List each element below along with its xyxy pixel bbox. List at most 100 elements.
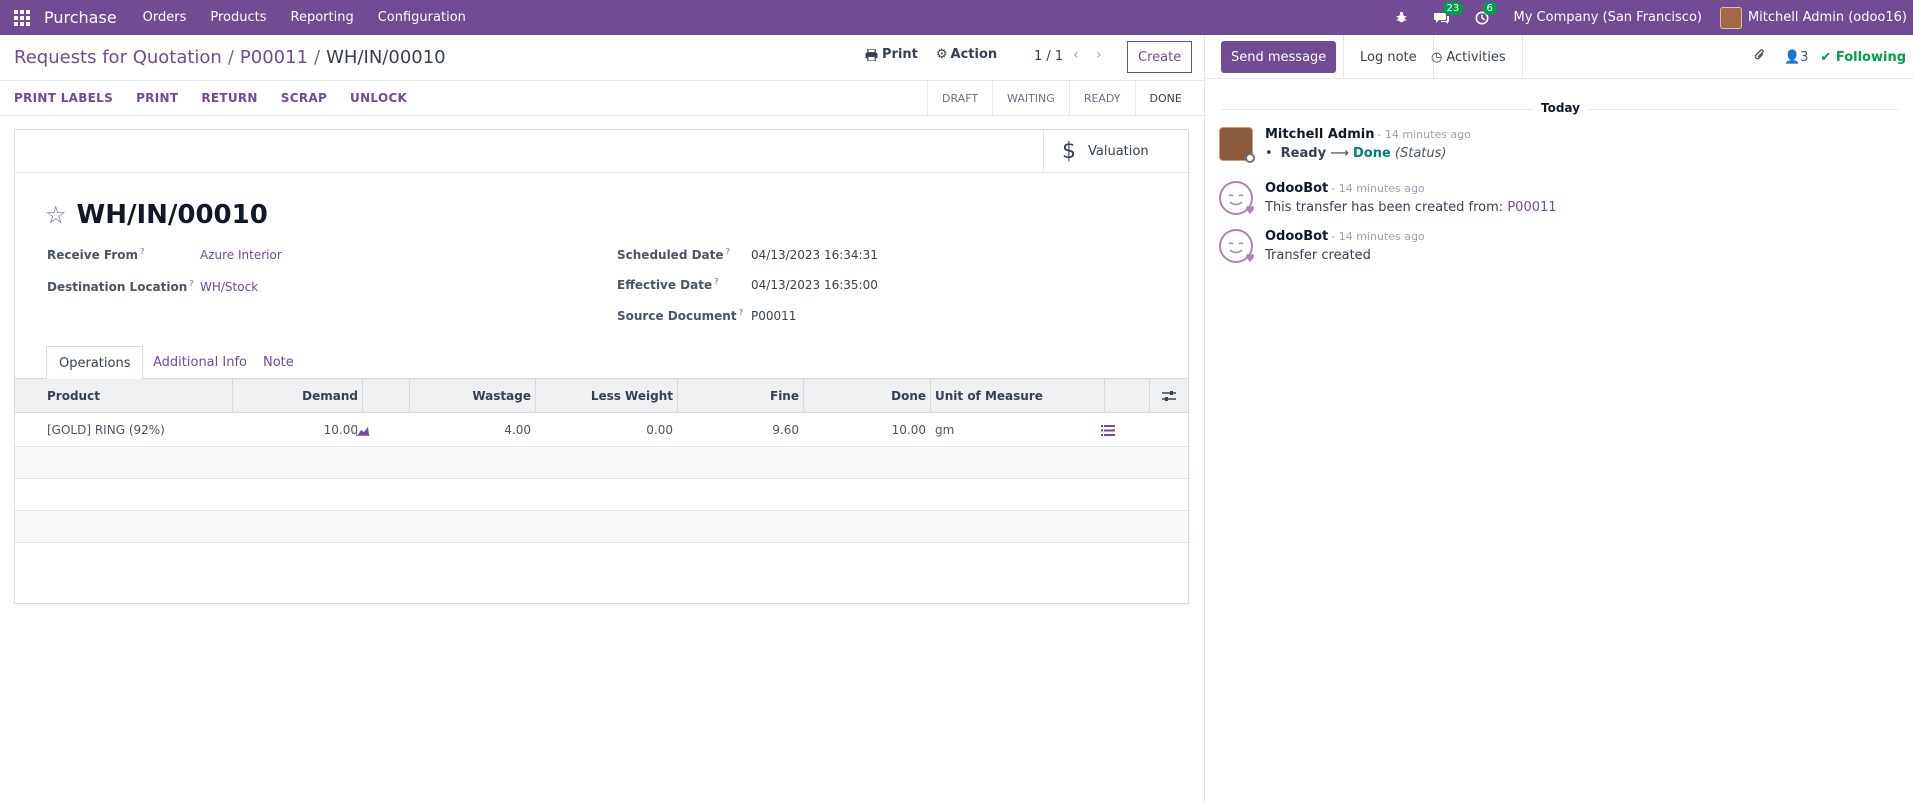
app-brand[interactable]: Purchase xyxy=(44,8,117,27)
stage-ready[interactable]: READY xyxy=(1068,81,1135,116)
pager-previous-icon[interactable]: ‹ xyxy=(1073,47,1079,63)
user-menu[interactable]: Mitchell Admin (odoo16) xyxy=(1719,6,1913,29)
message-date: - 14 minutes ago xyxy=(1331,182,1425,195)
cp-action-menus: Print ⚙ Action xyxy=(865,47,1015,62)
col-fine[interactable]: Fine xyxy=(678,379,804,413)
breadcrumb-rfq[interactable]: Requests for Quotation xyxy=(14,47,222,68)
activities-clock-icon[interactable]: 6 xyxy=(1462,0,1502,35)
col-product[interactable]: Product xyxy=(43,379,233,413)
table-row[interactable]: [GOLD] RING (92%) 10.00 4.00 0.00 9.60 1… xyxy=(15,413,1188,447)
message-date: - 14 minutes ago xyxy=(1331,230,1425,243)
gear-icon: ⚙ xyxy=(935,47,948,62)
send-message-button[interactable]: Send message xyxy=(1221,41,1337,73)
status-dot-icon xyxy=(1245,153,1255,163)
navbar-systray: 23 6 My Company (San Francisco) Mitchell… xyxy=(1382,0,1913,35)
print-menu-button[interactable]: Print xyxy=(865,47,918,62)
col-unit-of-measure[interactable]: Unit of Measure xyxy=(931,379,1105,413)
row-fine: 9.60 xyxy=(772,423,799,437)
chatter: Send message Log note ◷ Activities 👤3 ✔ … xyxy=(1204,35,1913,803)
check-icon: ✔ xyxy=(1820,49,1832,65)
heart-icon: ♥ xyxy=(1245,204,1255,217)
table-header: Product Demand Wastage Less Weight Fine … xyxy=(15,379,1188,413)
stage-draft[interactable]: DRAFT xyxy=(927,81,992,116)
col-blank xyxy=(1105,379,1150,413)
user-icon: 👤 xyxy=(1783,49,1801,65)
apps-menu-icon[interactable] xyxy=(0,0,44,35)
breadcrumb: Requests for Quotation / P00011/WH/IN/0001… xyxy=(14,47,446,68)
return-button[interactable]: RETURN xyxy=(201,91,257,105)
operations-table: Product Demand Wastage Less Weight Fine … xyxy=(15,379,1188,543)
tab-note[interactable]: Note xyxy=(251,346,306,379)
source-po-link[interactable]: P00011 xyxy=(1507,200,1556,215)
messaging-count-badge: 23 xyxy=(1442,2,1464,15)
col-done[interactable]: Done xyxy=(804,379,931,413)
row-wastage: 4.00 xyxy=(504,423,531,437)
record-name: WH/IN/00010 xyxy=(76,200,268,230)
clock-icon: ◷ xyxy=(1431,49,1443,65)
breadcrumb-current: WH/IN/00010 xyxy=(326,47,446,68)
empty-row xyxy=(15,447,1188,479)
print-button[interactable]: PRINT xyxy=(136,91,178,105)
stage-waiting[interactable]: WAITING xyxy=(992,81,1069,116)
col-wastage[interactable]: Wastage xyxy=(410,379,536,413)
debug-bug-icon[interactable] xyxy=(1382,0,1422,35)
stage-done[interactable]: DONE xyxy=(1134,81,1196,116)
paperclip-icon[interactable] xyxy=(1754,48,1766,66)
odoobot-avatar[interactable]: ♥ xyxy=(1219,181,1255,217)
message-body: Transfer created xyxy=(1265,248,1371,263)
destination-location-label: Destination Location? xyxy=(47,279,194,294)
tab-additional-info[interactable]: Additional Info xyxy=(141,346,259,379)
valuation-label: Valuation xyxy=(1088,144,1149,159)
destination-location-value[interactable]: WH/Stock xyxy=(200,280,258,294)
detailed-operations-icon[interactable] xyxy=(1101,413,1115,447)
message-author: OdooBot - 14 minutes ago xyxy=(1265,229,1425,244)
following-button[interactable]: ✔ Following xyxy=(1820,50,1906,65)
unlock-button[interactable]: UNLOCK xyxy=(350,91,407,105)
row-product: [GOLD] RING (92%) xyxy=(47,423,165,437)
odoobot-avatar[interactable]: ♥ xyxy=(1219,229,1255,265)
message-avatar[interactable] xyxy=(1219,127,1255,163)
messaging-icon[interactable]: 23 xyxy=(1422,0,1464,35)
activities-button[interactable]: ◷ Activities xyxy=(1415,35,1523,79)
source-document-value[interactable]: P00011 xyxy=(751,309,796,323)
receive-from-value[interactable]: Azure Interior xyxy=(200,248,282,262)
row-demand: 10.00 xyxy=(323,423,358,437)
tab-operations[interactable]: Operations xyxy=(46,346,144,380)
col-less-weight[interactable]: Less Weight xyxy=(536,379,678,413)
menu-orders[interactable]: Orders xyxy=(131,10,199,25)
col-demand[interactable]: Demand xyxy=(233,379,363,413)
pager-next-icon[interactable]: › xyxy=(1096,47,1102,63)
top-navbar: Purchase Orders Products Reporting Confi… xyxy=(0,0,1913,35)
header-buttons: PRINT LABELS PRINT RETURN SCRAP UNLOCK xyxy=(14,91,430,105)
scrap-button[interactable]: SCRAP xyxy=(281,91,327,105)
heart-icon: ♥ xyxy=(1245,252,1255,265)
menu-products[interactable]: Products xyxy=(198,10,278,25)
pager-value[interactable]: 1 / 1 xyxy=(1034,49,1063,64)
action-menu-button[interactable]: ⚙ Action xyxy=(936,47,997,62)
message-date: - 14 minutes ago xyxy=(1377,128,1471,141)
empty-row xyxy=(15,479,1188,511)
notebook-tabs: Operations Additional Info Note xyxy=(15,346,1188,380)
smart-button-box: $ Valuation xyxy=(15,130,1188,173)
col-forecast-blank xyxy=(363,379,410,413)
message-author: OdooBot - 14 minutes ago xyxy=(1265,181,1425,196)
star-icon[interactable]: ☆ xyxy=(45,201,67,229)
print-labels-button[interactable]: PRINT LABELS xyxy=(14,91,113,105)
scheduled-date-value[interactable]: 04/13/2023 16:34:31 xyxy=(751,248,878,262)
date-separator: Today xyxy=(1533,101,1588,115)
row-less-weight: 0.00 xyxy=(646,423,673,437)
menu-configuration[interactable]: Configuration xyxy=(366,10,478,25)
statusbar: DRAFT WAITING READY DONE xyxy=(927,81,1196,116)
forecast-chart-icon[interactable] xyxy=(356,413,370,447)
activities-count-badge: 6 xyxy=(1482,2,1497,15)
breadcrumb-po[interactable]: P00011 xyxy=(240,47,308,68)
menu-reporting[interactable]: Reporting xyxy=(279,10,366,25)
create-button[interactable]: Create xyxy=(1127,41,1193,73)
effective-date-label: Effective Date? xyxy=(617,277,719,292)
valuation-smart-button[interactable]: $ Valuation xyxy=(1043,130,1188,173)
company-switcher[interactable]: My Company (San Francisco) xyxy=(1502,10,1720,25)
optional-columns-icon[interactable] xyxy=(1150,379,1188,413)
effective-date-value[interactable]: 04/13/2023 16:35:00 xyxy=(751,278,878,292)
main-menu: Orders Products Reporting Configuration xyxy=(131,10,478,25)
followers-button[interactable]: 👤3 xyxy=(1784,50,1808,65)
